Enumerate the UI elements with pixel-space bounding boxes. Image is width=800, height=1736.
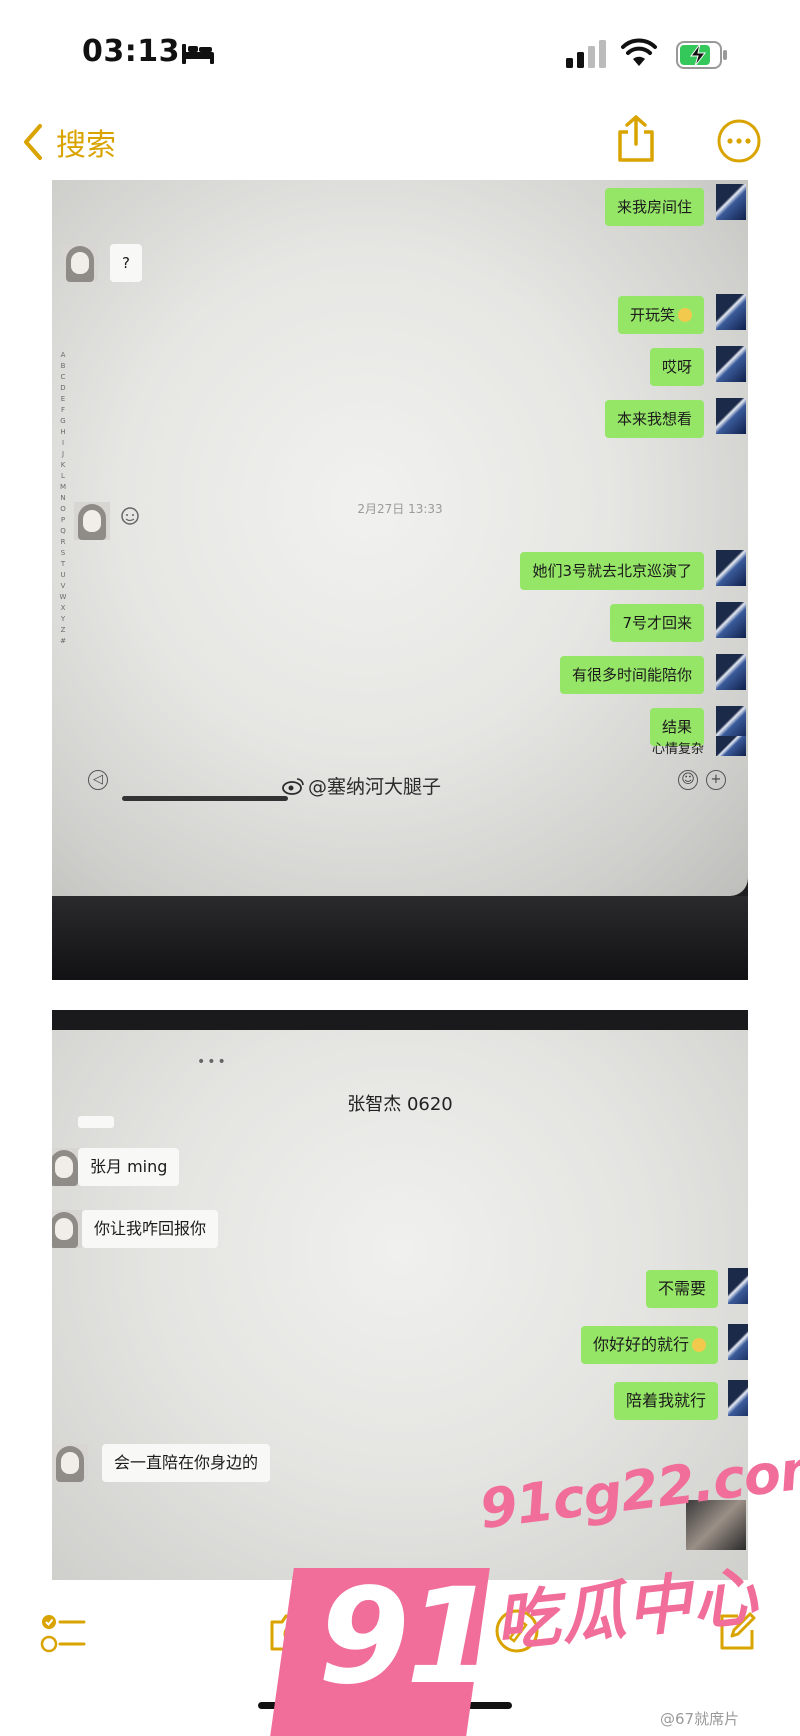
watermark-logo-number: 91 bbox=[318, 1560, 498, 1714]
message-bubble: 本来我想看 bbox=[604, 400, 704, 438]
index-letter[interactable]: V bbox=[61, 581, 66, 592]
chat-screen-1: A B C D E F G H I J K L M N O P Q R S T U V W X Y Z # 来我房间住 ? 开玩笑 … bbox=[52, 180, 748, 896]
message-bubble: 你好好的就行 bbox=[580, 1326, 718, 1364]
nav-bar: 搜索 bbox=[0, 108, 800, 178]
sticker-icon bbox=[121, 507, 139, 525]
chat-timestamp: 2月27日 13:33 bbox=[357, 502, 443, 516]
index-letter[interactable]: U bbox=[60, 570, 65, 581]
message-bubble: ? bbox=[110, 244, 142, 282]
avatar bbox=[728, 1380, 748, 1416]
avatar bbox=[716, 602, 746, 638]
index-letter[interactable]: # bbox=[60, 636, 66, 647]
message-bubble: 张月 ming bbox=[78, 1148, 180, 1186]
avatar bbox=[62, 244, 98, 282]
status-bar: 03:13 bbox=[0, 0, 800, 100]
weibo-logo-icon bbox=[282, 777, 304, 795]
avatar bbox=[728, 1324, 748, 1360]
index-letter[interactable]: K bbox=[61, 460, 66, 471]
contact-name: 张智杰 0620 bbox=[347, 1094, 453, 1115]
index-letter[interactable]: M bbox=[60, 482, 66, 493]
avatar bbox=[716, 550, 746, 586]
index-letter[interactable]: Q bbox=[60, 526, 66, 537]
message-bubble: 开玩笑 bbox=[617, 296, 704, 334]
index-letter[interactable]: X bbox=[61, 603, 66, 614]
index-letter[interactable]: B bbox=[61, 361, 66, 372]
message-bubble: 会一直陪在你身边的 bbox=[102, 1444, 271, 1482]
avatar bbox=[74, 502, 110, 540]
avatar bbox=[716, 346, 746, 382]
index-letter[interactable]: H bbox=[60, 427, 65, 438]
avatar bbox=[716, 736, 746, 756]
checklist-icon[interactable] bbox=[40, 1610, 86, 1656]
screen-home-indicator bbox=[122, 796, 288, 801]
corner-watermark: @67就席片 bbox=[660, 1710, 740, 1728]
message-bubble: 陪着我就行 bbox=[613, 1382, 718, 1420]
avatar bbox=[716, 294, 746, 330]
index-letter[interactable]: I bbox=[62, 438, 64, 449]
message-bubble: 心情复杂 bbox=[651, 742, 704, 757]
weibo-watermark: @塞纳河大腿子 bbox=[282, 772, 441, 799]
sleep-focus-icon bbox=[182, 44, 214, 64]
index-letter[interactable]: Y bbox=[61, 614, 65, 625]
avatar bbox=[716, 398, 746, 434]
message-bubble: 你让我咋回报你 bbox=[82, 1210, 219, 1248]
screen-bezel bbox=[52, 896, 748, 980]
index-letter[interactable]: L bbox=[61, 471, 65, 482]
chat-photo-1[interactable]: A B C D E F G H I J K L M N O P Q R S T U V W X Y Z # 来我房间住 ? 开玩笑 … bbox=[52, 180, 748, 980]
avatar bbox=[52, 1210, 82, 1248]
back-label: 搜索 bbox=[56, 128, 116, 163]
index-letter[interactable]: T bbox=[61, 559, 65, 570]
message-bubble: 来我房间住 bbox=[604, 188, 704, 226]
index-sidebar: A B C D E F G H I J K L M N O P Q R S T U V W X Y Z # bbox=[52, 350, 74, 810]
message-bubble: 她们3号就去北京巡演了 bbox=[520, 552, 704, 590]
back-button[interactable]: 搜索 bbox=[22, 120, 116, 164]
index-letter[interactable]: S bbox=[61, 548, 65, 559]
chevron-left-icon bbox=[24, 124, 42, 160]
wifi-icon bbox=[621, 38, 657, 66]
truncated-bubble bbox=[78, 1116, 114, 1128]
index-letter[interactable]: F bbox=[61, 405, 65, 416]
index-letter[interactable]: A bbox=[61, 350, 66, 361]
message-bubble: 有很多时间能陪你 bbox=[559, 656, 704, 694]
emoji-icon bbox=[678, 308, 692, 322]
avatar bbox=[716, 184, 746, 220]
message-bubble: 哎呀 bbox=[649, 348, 704, 386]
index-letter[interactable]: J bbox=[62, 449, 64, 460]
window-dots: ••• bbox=[197, 1054, 228, 1070]
index-letter[interactable]: E bbox=[61, 394, 65, 405]
cellular-signal-icon bbox=[566, 40, 606, 68]
index-letter[interactable]: R bbox=[61, 537, 66, 548]
index-letter[interactable]: C bbox=[61, 372, 66, 383]
voice-icon[interactable]: ◁ bbox=[88, 770, 108, 790]
weibo-handle: @塞纳河大腿子 bbox=[308, 776, 442, 798]
index-letter[interactable]: Z bbox=[61, 625, 66, 636]
battery-charging-icon bbox=[676, 41, 727, 69]
more-options-icon[interactable] bbox=[716, 118, 762, 164]
avatar bbox=[52, 1444, 88, 1482]
share-icon[interactable] bbox=[614, 114, 658, 164]
emoji-icon bbox=[692, 1338, 706, 1352]
message-bubble: 7号才回来 bbox=[610, 604, 704, 642]
avatar bbox=[728, 1268, 748, 1304]
index-letter[interactable]: D bbox=[60, 383, 65, 394]
emoji-button-icon[interactable]: ☺ bbox=[678, 770, 698, 790]
avatar bbox=[716, 654, 746, 690]
plus-icon[interactable]: + bbox=[706, 770, 726, 790]
message-bubble: 不需要 bbox=[645, 1270, 718, 1308]
index-letter[interactable]: W bbox=[60, 592, 67, 603]
index-letter[interactable]: G bbox=[60, 416, 65, 427]
status-time: 03:13 bbox=[82, 34, 180, 69]
